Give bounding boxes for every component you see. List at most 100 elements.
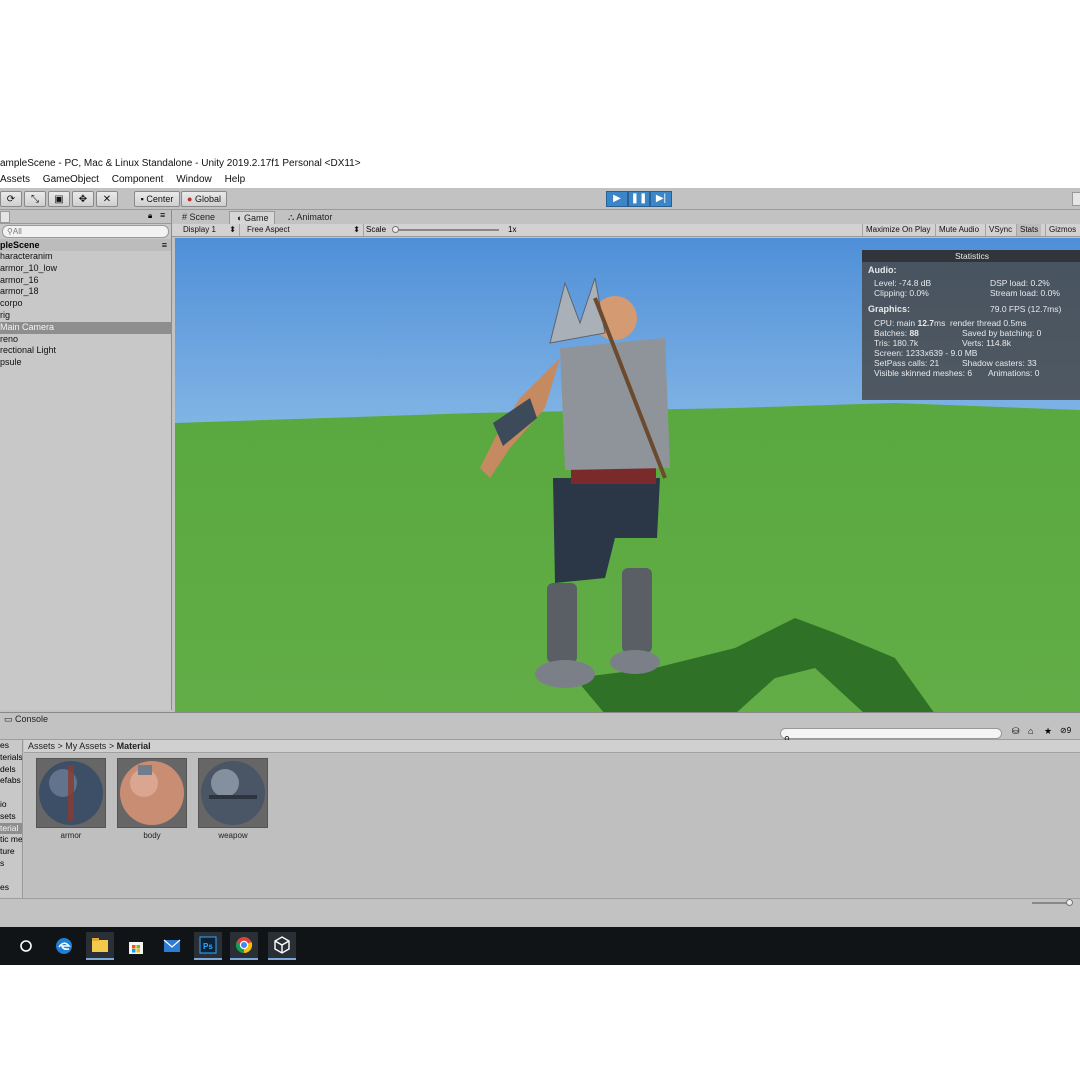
project-folder-item[interactable]: terial xyxy=(0,822,22,835)
project-folder-item[interactable]: dels xyxy=(0,764,22,776)
project-folder-item[interactable]: s xyxy=(0,858,22,870)
hierarchy-search-input[interactable]: ⚲All xyxy=(2,225,169,238)
hierarchy-item[interactable]: rig xyxy=(0,310,171,322)
breadcrumb-material[interactable]: Material xyxy=(117,741,151,751)
rect-tool-button[interactable]: ▣ xyxy=(48,191,70,207)
chrome-button[interactable] xyxy=(230,932,258,960)
transform-tool-button[interactable]: ✥ xyxy=(72,191,94,207)
sphere-preview xyxy=(39,761,103,825)
menu-icon[interactable]: ≡ xyxy=(160,210,165,220)
tris: Tris: 180.7k xyxy=(874,338,919,348)
rect-icon: ▣ xyxy=(54,194,64,205)
hierarchy-item[interactable]: Main Camera xyxy=(0,321,171,334)
label-icon[interactable]: ⌂ xyxy=(1028,726,1033,736)
hierarchy-item[interactable]: armor_10_low xyxy=(0,263,171,275)
item-count: 9 xyxy=(1066,726,1072,735)
project-folder-item[interactable]: terials xyxy=(0,752,22,764)
project-search-input[interactable]: ⚲ xyxy=(780,728,1002,744)
custom-tool-button[interactable]: ✕ xyxy=(96,191,118,207)
hidden-count[interactable]: ⊘9 xyxy=(1060,726,1071,735)
play-button[interactable]: ▶ xyxy=(606,191,628,207)
mute-audio-toggle[interactable]: Mute Audio xyxy=(935,224,982,236)
hierarchy-item[interactable]: haracteranim xyxy=(0,251,171,263)
menu-component[interactable]: Component xyxy=(112,174,164,185)
breadcrumb-my-assets[interactable]: My Assets xyxy=(65,741,106,751)
project-statusbar xyxy=(0,898,1080,908)
stats-row: CPU: main 12.7ms render thread 0.5ms xyxy=(862,318,1080,328)
rotate-tool-button[interactable]: ⟳ xyxy=(0,191,22,207)
tab-game[interactable]: ◖ Game xyxy=(229,211,276,224)
lock-icon[interactable]: 🔒︎ xyxy=(148,211,152,221)
menu-help[interactable]: Help xyxy=(225,174,246,185)
maximize-on-play-toggle[interactable]: Maximize On Play xyxy=(862,224,933,236)
project-folder-item[interactable] xyxy=(0,787,22,799)
scale-tool-button[interactable]: ⤡ xyxy=(24,191,46,207)
file-explorer-button[interactable] xyxy=(86,932,114,960)
thumbnail-size-handle[interactable] xyxy=(1066,899,1073,906)
right-leg-armor xyxy=(622,568,652,653)
menu-assets[interactable]: Assets xyxy=(0,174,30,185)
menu-window[interactable]: Window xyxy=(176,174,212,185)
game-view[interactable]: Statistics Audio: Level: -74.8 dB DSP loa… xyxy=(175,238,1080,714)
project-folder-item[interactable]: sets xyxy=(0,811,22,823)
stream-load: Stream load: 0.0% xyxy=(990,288,1060,298)
scale-handle[interactable] xyxy=(392,226,399,233)
project-folder-item[interactable]: tic me xyxy=(0,834,22,846)
hierarchy-item[interactable]: rectional Light xyxy=(0,345,171,357)
asset-weapow[interactable]: weapow xyxy=(198,758,268,840)
filter-type-icon[interactable]: ⛁ xyxy=(1012,726,1020,737)
play-controls: ▶ ❚❚ ▶| xyxy=(606,191,672,207)
hierarchy-item[interactable]: psule xyxy=(0,357,171,369)
tab-scene[interactable]: # Scene xyxy=(176,211,221,224)
hierarchy-item[interactable]: corpo xyxy=(0,298,171,310)
breadcrumb-assets[interactable]: Assets xyxy=(28,741,55,751)
favorite-icon[interactable]: ★ xyxy=(1044,726,1052,737)
cpu-main: CPU: main 12.7ms xyxy=(874,318,945,328)
mail-button[interactable] xyxy=(158,932,186,960)
project-folder-item[interactable]: ture xyxy=(0,846,22,858)
tab-animator[interactable]: ⛬ Animator xyxy=(282,211,338,224)
pause-button[interactable]: ❚❚ xyxy=(628,191,650,207)
create-button[interactable] xyxy=(0,211,10,223)
project-folder-tree: es terials dels efabs io sets terial tic me ture… xyxy=(0,740,23,898)
unity-button[interactable] xyxy=(268,932,296,960)
store-button[interactable] xyxy=(122,932,150,960)
project-folder-item[interactable] xyxy=(0,870,22,882)
left-boot xyxy=(535,660,595,688)
hierarchy-item[interactable]: armor_18 xyxy=(0,286,171,298)
unity-icon xyxy=(274,936,290,954)
vsync-toggle[interactable]: VSync xyxy=(985,224,1015,236)
project-folder-item[interactable]: es xyxy=(0,740,22,752)
pivot-center-button[interactable]: ▪ Center xyxy=(134,191,180,207)
eye-icon: ⊘ xyxy=(1060,726,1067,735)
space-global-button[interactable]: ● Global xyxy=(181,191,227,207)
display-dropdown[interactable]: Display 1 ⬍ xyxy=(180,224,240,236)
stats-toggle[interactable]: Stats xyxy=(1016,224,1042,236)
menu-gameobject[interactable]: GameObject xyxy=(43,174,99,185)
photoshop-button[interactable]: Ps xyxy=(194,932,222,960)
aspect-dropdown[interactable]: Free Aspect ⬍ xyxy=(244,224,364,236)
audio-level: Level: -74.8 dB xyxy=(874,278,932,288)
tab-scene-label: Scene xyxy=(189,212,216,222)
statistics-overlay: Statistics Audio: Level: -74.8 dB DSP loa… xyxy=(862,250,1080,400)
gizmos-dropdown[interactable]: Gizmos xyxy=(1045,224,1079,236)
scene-menu-icon[interactable]: ≡ xyxy=(162,239,167,251)
play-icon: ▶ xyxy=(613,193,621,204)
hierarchy-item[interactable]: armor_16 xyxy=(0,275,171,287)
cortana-button[interactable] xyxy=(12,932,40,960)
cortana-icon xyxy=(20,940,32,952)
scale-slider[interactable]: Scale 1x xyxy=(366,224,526,236)
project-folder-item[interactable]: es xyxy=(0,882,22,894)
collab-button[interactable] xyxy=(1072,192,1080,206)
main-toolbar: ⟳ ⤡ ▣ ✥ ✕ ▪ Center ● Global ▶ ❚❚ ▶| xyxy=(0,188,1080,210)
project-folder-item[interactable]: efabs xyxy=(0,775,22,787)
scene-header[interactable]: pleScene ≡ xyxy=(0,239,171,251)
asset-armor[interactable]: armor xyxy=(36,758,106,840)
hierarchy-item[interactable]: reno xyxy=(0,334,171,346)
console-tab[interactable]: ▭ Console xyxy=(0,712,1080,726)
asset-body[interactable]: body xyxy=(117,758,187,840)
edge-button[interactable] xyxy=(50,932,78,960)
project-folder-item[interactable]: io xyxy=(0,799,22,811)
sphere-preview xyxy=(201,761,265,825)
step-button[interactable]: ▶| xyxy=(650,191,672,207)
